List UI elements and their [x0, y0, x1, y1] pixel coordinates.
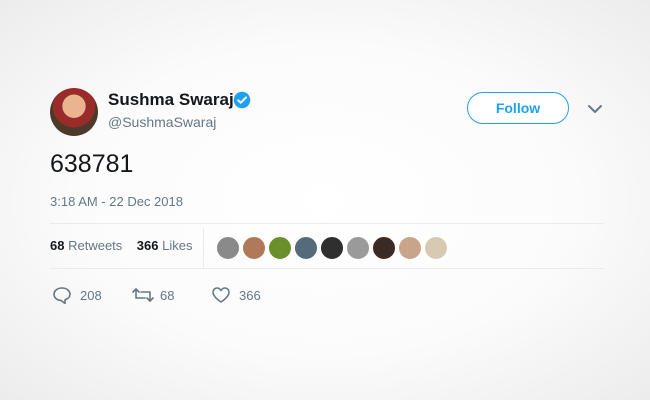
divider	[50, 268, 604, 269]
likes-count: 366	[136, 238, 159, 253]
retweet-icon	[132, 288, 154, 302]
divider	[50, 223, 604, 224]
author-handle[interactable]: @SushmaSwaraj	[108, 114, 216, 130]
liker-avatar[interactable]	[268, 236, 292, 260]
retweets-count: 68	[50, 238, 65, 253]
liker-avatar[interactable]	[320, 236, 344, 260]
liker-avatar[interactable]	[294, 236, 318, 260]
retweets-stat[interactable]: 68 Retweets	[50, 238, 126, 253]
reply-count: 208	[80, 288, 102, 303]
liker-avatar[interactable]	[424, 236, 448, 260]
liker-avatar[interactable]	[372, 236, 396, 260]
chevron-down-icon[interactable]	[587, 103, 603, 115]
tweet-timestamp[interactable]: 3:18 AM - 22 Dec 2018	[50, 194, 183, 209]
avatar[interactable]	[50, 88, 98, 136]
likes-label: Likes	[162, 238, 193, 253]
tweet-text: 638781	[50, 150, 134, 178]
liker-avatar[interactable]	[216, 236, 240, 260]
verified-badge-icon	[233, 91, 251, 109]
tweet-card: Sushma Swaraj @SushmaSwaraj Follow 63878…	[0, 0, 650, 400]
follow-button[interactable]: Follow	[467, 92, 569, 124]
liker-avatar[interactable]	[346, 236, 370, 260]
like-count: 366	[239, 288, 261, 303]
liker-avatar[interactable]	[398, 236, 422, 260]
retweet-count: 68	[160, 288, 175, 303]
tweet-stats: 68 Retweets 366 Likes	[50, 238, 192, 253]
stats-separator	[203, 228, 204, 268]
retweets-label: Retweets	[68, 238, 123, 253]
heart-icon	[212, 287, 230, 303]
reply-icon	[53, 287, 71, 304]
author-name[interactable]: Sushma Swaraj	[108, 90, 234, 110]
likes-stat[interactable]: 366 Likes	[137, 238, 193, 253]
liker-avatar[interactable]	[242, 236, 266, 260]
